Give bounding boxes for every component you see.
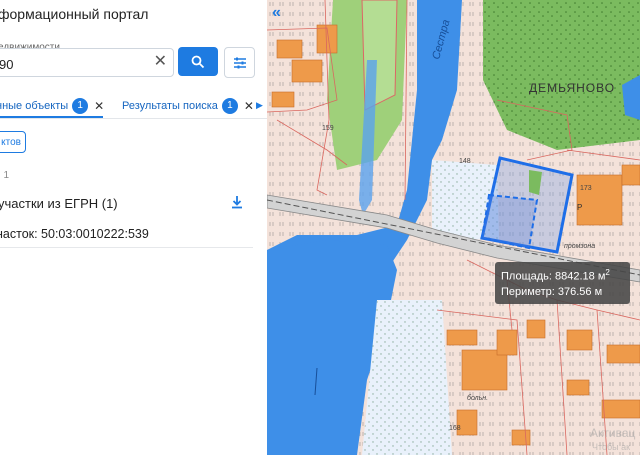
plot-number-168: 168 (449, 425, 461, 432)
active-tab-indicator (0, 116, 103, 118)
portal-title: формационный портал (0, 6, 149, 22)
download-icon[interactable] (230, 195, 244, 209)
map-view[interactable]: ДЕМЬЯНОВО Сестра 159 148 173 168 промзон… (267, 0, 640, 455)
village-label: ДЕМЬЯНОВО (529, 81, 615, 95)
sliders-icon (233, 57, 246, 68)
perimeter-value: Периметр: 376.56 м (501, 286, 603, 298)
meadow-lower-dots (362, 300, 452, 455)
map-canvas[interactable]: ДЕМЬЯНОВО Сестра 159 148 173 168 промзон… (267, 0, 640, 455)
activation-watermark-sub: Чтобы ак (592, 442, 631, 452)
hospital-label: больн. (467, 394, 488, 402)
divider (0, 247, 253, 248)
side-panel: формационный портал едвижимости 90 ✕ нны… (0, 0, 267, 455)
filter-button[interactable] (224, 47, 255, 78)
measurement-tooltip: Площадь: 8842.18 м2 Периметр: 376.56 м (495, 262, 630, 304)
tab-search-results[interactable]: Результаты поиска 1 ✕ (122, 96, 254, 116)
result-item-parcel[interactable]: насток: 50:03:0010222:539 (0, 227, 149, 241)
search-icon (191, 55, 205, 68)
objects-button[interactable]: ктов (0, 131, 26, 153)
count-badge: 1 (72, 98, 89, 114)
tab-bar: нные объекты 1 ✕ Результаты поиска 1 ✕ ▶ (0, 92, 267, 119)
chevron-right-icon[interactable]: ▶ (256, 100, 263, 111)
close-icon[interactable]: ✕ (244, 99, 254, 113)
road-label: промзона (564, 243, 595, 250)
selected-parcel-dashed (480, 193, 539, 250)
section-title: участки из ЕГРН (1) (0, 196, 118, 211)
plot-number-148: 148 (459, 158, 471, 165)
forest-pattern (483, 0, 640, 150)
activation-watermark: Активац (590, 426, 636, 440)
plot-number-173: 173 (580, 185, 592, 192)
tab-label: нные объекты (0, 100, 69, 112)
close-icon[interactable]: ✕ (154, 52, 167, 72)
tab-selected-objects[interactable]: нные объекты 1 ✕ (0, 96, 104, 116)
plot-number-159: 159 (322, 125, 334, 132)
area-line: Площадь: 8842.18 м2 (501, 268, 610, 283)
collapse-panel-button[interactable]: « (272, 4, 294, 22)
area-value: Площадь: 8842.18 м (501, 270, 606, 283)
area-unit-sup: 2 (605, 268, 610, 277)
search-value: 90 (0, 57, 14, 72)
close-icon[interactable]: ✕ (94, 99, 104, 113)
search-button[interactable] (178, 47, 218, 76)
parking-label: Р (577, 203, 582, 212)
count-badge: 1 (221, 98, 238, 114)
search-input[interactable]: 90 ✕ (0, 48, 174, 77)
result-count: : 1 (0, 170, 10, 181)
tab-label: Результаты поиска (122, 100, 218, 112)
